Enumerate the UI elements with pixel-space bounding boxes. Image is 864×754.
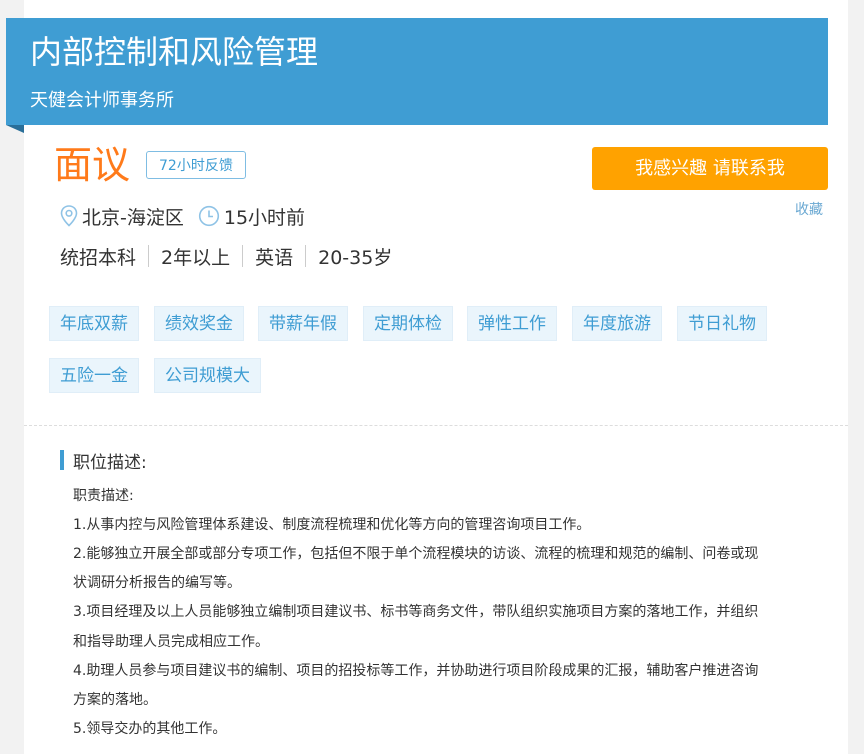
description-line: 职责描述: bbox=[73, 488, 134, 504]
description-line: 4.助理人员参与项目建议书的编制、项目的招投标等工作，并协助进行项目阶段成果的汇… bbox=[73, 663, 759, 679]
requirement-education: 统招本科 bbox=[60, 246, 137, 269]
feedback-badge: 72小时反馈 bbox=[146, 151, 246, 179]
requirement-language: 英语 bbox=[255, 246, 294, 269]
favorite-link[interactable]: 收藏 bbox=[795, 199, 823, 219]
salary: 面议 bbox=[54, 143, 131, 187]
benefit-tag: 绩效奖金 bbox=[154, 306, 244, 341]
benefit-tag: 定期体检 bbox=[363, 306, 453, 341]
divider bbox=[148, 245, 150, 267]
posted-time: 15小时前 bbox=[223, 206, 306, 229]
benefit-tag: 公司规模大 bbox=[154, 358, 261, 393]
benefit-tag: 弹性工作 bbox=[467, 306, 557, 341]
location-pin-icon bbox=[60, 205, 78, 227]
description-line: 1.从事内控与风险管理体系建设、制度流程梳理和优化等方向的管理咨询项目工作。 bbox=[73, 517, 591, 533]
description-line: 5.领导交办的其他工作。 bbox=[73, 721, 227, 737]
requirements-row: 统招本科 2年以上 英语 20-35岁 bbox=[60, 242, 392, 270]
company-name[interactable]: 天健会计师事务所 bbox=[30, 88, 174, 114]
section-title-text: 职位描述: bbox=[73, 452, 147, 473]
interest-contact-button[interactable]: 我感兴趣 请联系我 bbox=[592, 147, 828, 190]
location-text: 北京-海淀区 bbox=[82, 206, 184, 229]
description-line: 状调研分析报告的编写等。 bbox=[73, 575, 241, 591]
benefit-tag: 五险一金 bbox=[49, 358, 139, 393]
description-line: 3.项目经理及以上人员能够独立编制项目建议书、标书等商务文件，带队组织实施项目方… bbox=[73, 604, 759, 620]
benefit-tag: 带薪年假 bbox=[258, 306, 348, 341]
benefit-tag: 年度旅游 bbox=[572, 306, 662, 341]
clock-icon bbox=[198, 205, 220, 227]
location-time-row: 北京-海淀区 15小时前 bbox=[60, 203, 305, 229]
requirement-age: 20-35岁 bbox=[318, 246, 393, 269]
description-line: 2.能够独立开展全部或部分专项工作，包括但不限于单个流程模块的访谈、流程的梳理和… bbox=[73, 546, 759, 562]
requirement-experience: 2年以上 bbox=[161, 246, 231, 269]
benefit-tag: 节日礼物 bbox=[677, 306, 767, 341]
job-description-heading: 职位描述: bbox=[60, 449, 147, 473]
section-accent-bar bbox=[60, 450, 64, 470]
banner-fold bbox=[6, 125, 24, 133]
section-divider bbox=[24, 425, 848, 426]
divider bbox=[242, 245, 244, 267]
divider bbox=[305, 245, 307, 267]
description-line: 方案的落地。 bbox=[73, 692, 157, 708]
description-line: 和指导助理人员完成相应工作。 bbox=[73, 634, 269, 650]
job-title: 内部控制和风险管理 bbox=[30, 33, 319, 71]
benefit-tag: 年底双薪 bbox=[49, 306, 139, 341]
